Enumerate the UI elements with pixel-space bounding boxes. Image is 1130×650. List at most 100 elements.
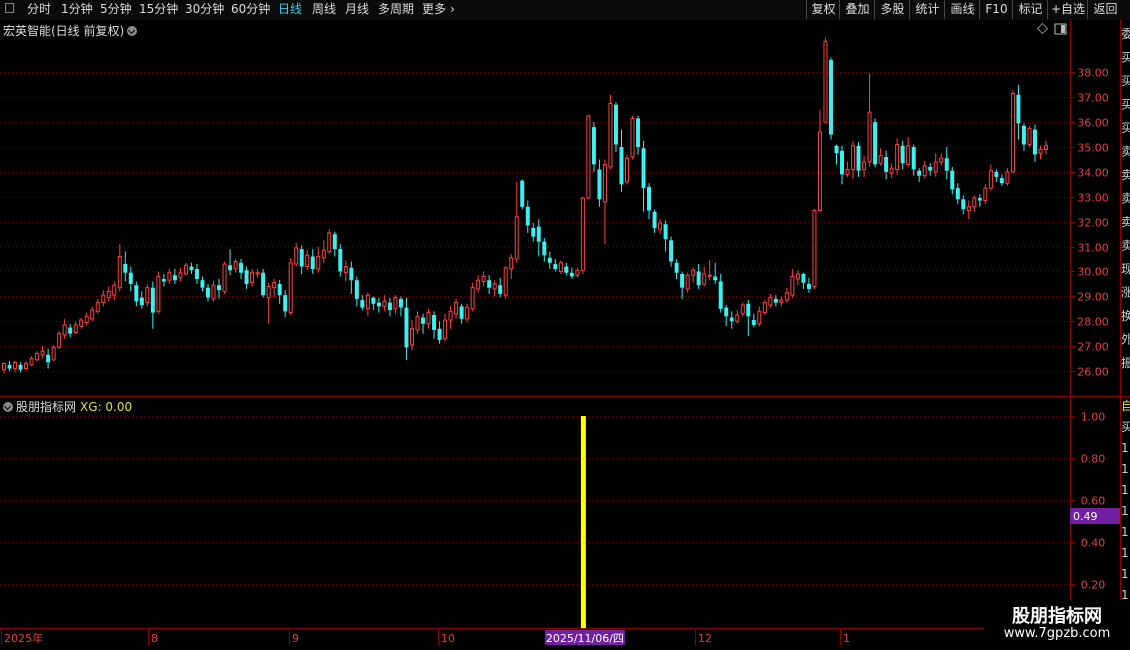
chevron-down-icon[interactable] [127,26,138,36]
period-tab-1[interactable]: 1分钟 [61,2,93,16]
period-tab-5[interactable]: 60分钟 [231,2,270,16]
candle-body [178,272,183,279]
indicator-chevron-down-icon[interactable] [3,402,13,412]
period-tab-2[interactable]: 5分钟 [100,2,132,16]
candle [266,282,271,324]
candle [382,295,387,312]
candle-body [1021,125,1026,145]
candle-body [150,287,155,313]
candle-body [674,262,679,273]
candle [569,267,574,279]
candle [454,298,459,319]
candle-body [84,315,89,324]
period-tab-0[interactable]: 分时 [27,2,51,16]
candle-body [514,216,519,260]
candle [641,140,646,212]
tool-button-draw[interactable]: 画线 [944,0,980,19]
candle-body [928,166,933,171]
tool-button-multi-stock[interactable]: 多股 [874,0,910,19]
tool-button-mark[interactable]: 标记 [1012,0,1048,19]
candle [586,114,591,200]
period-tab-3[interactable]: 15分钟 [139,2,178,16]
date-label: 8 [151,632,158,645]
candle [228,249,233,276]
tool-button-fuquan[interactable]: 复权 [806,0,840,19]
period-tab-8[interactable]: 月线 [345,2,369,16]
kline-chart: 38.00 37.00 36.00 35.00 34.00 33.00 32.00 31.00… [0,20,1130,645]
candle [448,306,453,329]
candle [35,351,40,362]
candle-body [641,148,646,189]
tool-button-add-watchlist[interactable]: +自选 [1047,0,1088,19]
candle-body [321,249,326,259]
candle [316,246,321,273]
candle [823,37,828,124]
date-label: 9 [292,632,299,645]
tool-button-overlay[interactable]: 叠加 [839,0,875,19]
period-tab-9[interactable]: 多周期 [378,2,414,16]
quote-label: 卖 [1121,239,1130,253]
candle [398,296,403,317]
candle-body [1032,129,1037,155]
chevron-right-icon[interactable]: › [450,2,455,16]
period-tab-10[interactable]: 更多 [422,2,446,16]
period-tab-4[interactable]: 30分钟 [185,2,224,16]
candle-body [316,256,321,270]
candle [156,271,161,314]
candle [79,317,84,329]
quote-label: 1 [1121,504,1129,518]
candle-body [106,290,111,299]
candle [432,311,437,339]
tool-button-stats[interactable]: 统计 [909,0,945,19]
candle [663,220,668,252]
candle [288,257,293,316]
candle-body [856,145,861,171]
period-tab-7[interactable]: 周线 [312,2,336,16]
tool-button-back[interactable]: 返回 [1087,0,1123,19]
candle-body [476,279,481,290]
candle-body [128,272,133,284]
candle [29,356,34,367]
candle-body [773,298,778,303]
candle-body [200,280,205,288]
candle [812,209,817,289]
candle-body [426,312,431,325]
candle [476,275,481,293]
quote-label: 1 [1121,462,1129,476]
candle [1005,168,1010,186]
candle-body [795,273,800,280]
candle-body [79,319,84,327]
candle-body [988,170,993,189]
cursor-value-box [1070,508,1120,524]
candle-body [806,283,811,289]
quote-label: 卖 [1121,215,1130,229]
candle-body [294,247,299,265]
candle [509,254,514,279]
toolbar-square-icon[interactable] [5,3,14,13]
candle-body [569,272,574,277]
chart-grid [0,72,1075,372]
candle [2,362,6,374]
candle-body [834,145,839,154]
candle [536,219,541,257]
candle-body [966,206,971,212]
panel-toggle-icon-fill [1061,25,1065,33]
price-label: 36.00 [1077,117,1109,130]
candle-body [812,210,817,287]
candle [531,222,536,242]
candle-body [421,317,426,324]
candle-body [189,266,194,271]
tool-button-f10[interactable]: F10 [979,0,1013,19]
candle [933,153,938,177]
period-tab-6[interactable]: 日线 [278,2,302,16]
candle-body [624,157,629,183]
candle [994,169,999,182]
candle-body [547,257,552,263]
price-label: 38.00 [1077,67,1109,80]
quote-label: 卖 [1121,145,1130,159]
candle-body [57,333,62,348]
candle [503,266,508,299]
candle-body [520,180,525,207]
price-axis: 38.00 37.00 36.00 35.00 34.00 33.00 32.00 31.00… [1077,67,1109,379]
candle-body [724,307,729,317]
